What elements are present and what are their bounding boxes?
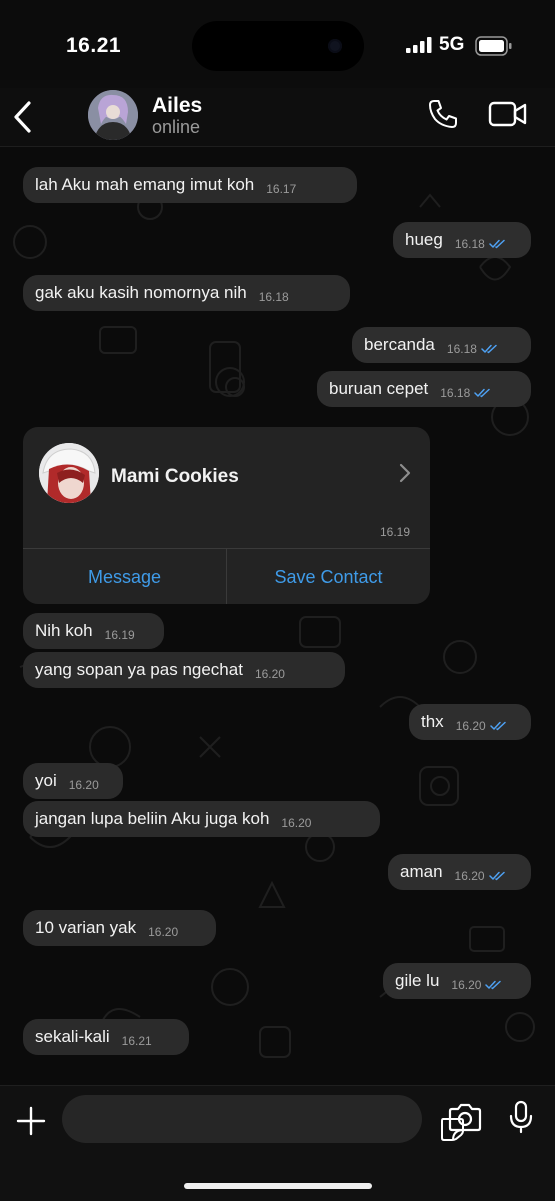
message-outgoing[interactable]: gile lu 16.20 (383, 963, 531, 999)
status-time: 16.21 (66, 34, 122, 57)
message-incoming[interactable]: Nih koh 16.19 (23, 613, 164, 649)
message-incoming[interactable]: yang sopan ya pas ngechat 16.20 (23, 652, 345, 688)
message-outgoing[interactable]: bercanda 16.18 (352, 327, 531, 363)
message-list[interactable]: lah Aku mah emang imut koh 16.17 hueg 16… (0, 147, 555, 1085)
message-time: 16.20 (148, 925, 179, 939)
home-indicator[interactable] (184, 1183, 372, 1189)
message-time: 16.18 (446, 342, 477, 356)
shared-contact-time: 16.19 (380, 525, 411, 539)
read-receipt-icon (474, 388, 491, 398)
message-text: gak aku kasih nomornya nih (35, 283, 247, 302)
message-time: 16.20 (254, 667, 285, 681)
message-text: yang sopan ya pas ngechat (35, 660, 243, 679)
contact-status: online (152, 117, 201, 137)
message-time: 16.20 (455, 719, 486, 733)
message-time: 16.20 (68, 778, 99, 792)
camera-icon[interactable] (448, 1102, 482, 1132)
message-time: 16.18 (258, 290, 289, 304)
message-text: sekali-kali (35, 1027, 110, 1046)
save-contact-button[interactable]: Save Contact (226, 549, 430, 604)
back-chevron-icon[interactable] (12, 100, 34, 134)
message-time: 16.20 (454, 869, 485, 883)
chevron-right-icon[interactable] (399, 463, 411, 483)
message-time: 16.20 (281, 816, 312, 830)
plus-icon[interactable] (16, 1106, 46, 1136)
message-text: aman (400, 862, 443, 881)
message-text: jangan lupa beliin Aku juga koh (35, 809, 270, 828)
message-text: bercanda (364, 335, 435, 354)
message-incoming[interactable]: gak aku kasih nomornya nih 16.18 (23, 275, 350, 311)
message-time: 16.18 (454, 237, 485, 251)
network-type: 5G (439, 34, 465, 55)
message-text: hueg (405, 230, 443, 249)
message-input[interactable] (62, 1095, 464, 1143)
contact-name[interactable]: Ailes (152, 94, 202, 118)
message-time: 16.19 (104, 628, 135, 642)
read-receipt-icon (488, 871, 505, 881)
message-outgoing[interactable]: aman 16.20 (388, 854, 531, 890)
shared-contact-avatar[interactable] (39, 443, 99, 503)
status-bar: 16.21 5G (0, 0, 555, 88)
message-incoming[interactable]: 10 varian yak 16.20 (23, 910, 216, 946)
shared-contact-name: Mami Cookies (111, 466, 239, 487)
message-text: gile lu (395, 971, 440, 990)
composer-bar (0, 1085, 555, 1201)
message-text: thx (421, 712, 444, 731)
signal-icon (406, 37, 432, 53)
message-text: yoi (35, 771, 57, 790)
message-text: buruan cepet (329, 379, 429, 398)
contact-card-actions: Message Save Contact (23, 548, 430, 604)
message-incoming[interactable]: sekali-kali 16.21 (23, 1019, 189, 1055)
message-time: 16.20 (451, 978, 482, 992)
read-receipt-icon (481, 344, 497, 354)
read-receipt-icon (489, 721, 506, 731)
message-outgoing[interactable]: thx 16.20 (409, 704, 531, 740)
message-text: 10 varian yak (35, 918, 137, 937)
message-text: Nih koh (35, 621, 93, 640)
message-incoming[interactable]: jangan lupa beliin Aku juga koh 16.20 (23, 801, 380, 837)
message-incoming[interactable]: lah Aku mah emang imut koh 16.17 (23, 167, 357, 203)
contact-avatar[interactable] (88, 90, 138, 140)
chat-header: Ailes online (0, 88, 555, 147)
message-incoming[interactable]: yoi 16.20 (23, 763, 123, 799)
message-time: 16.18 (440, 386, 471, 400)
message-time: 16.21 (121, 1034, 152, 1048)
dynamic-island (192, 21, 364, 71)
message-outgoing[interactable]: hueg 16.18 (393, 222, 531, 258)
read-receipt-icon (485, 980, 502, 990)
read-receipt-icon (489, 239, 505, 249)
video-call-icon[interactable] (488, 100, 528, 128)
message-time: 16.17 (266, 182, 297, 196)
battery-icon (475, 36, 512, 56)
shared-contact-card[interactable]: Mami Cookies 16.19 Message Save Contact (23, 427, 430, 604)
message-outgoing[interactable]: buruan cepet 16.18 (317, 371, 531, 407)
phone-icon[interactable] (427, 98, 459, 130)
message-contact-button[interactable]: Message (23, 549, 226, 604)
microphone-icon[interactable] (508, 1100, 534, 1134)
message-text: lah Aku mah emang imut koh (35, 175, 255, 194)
